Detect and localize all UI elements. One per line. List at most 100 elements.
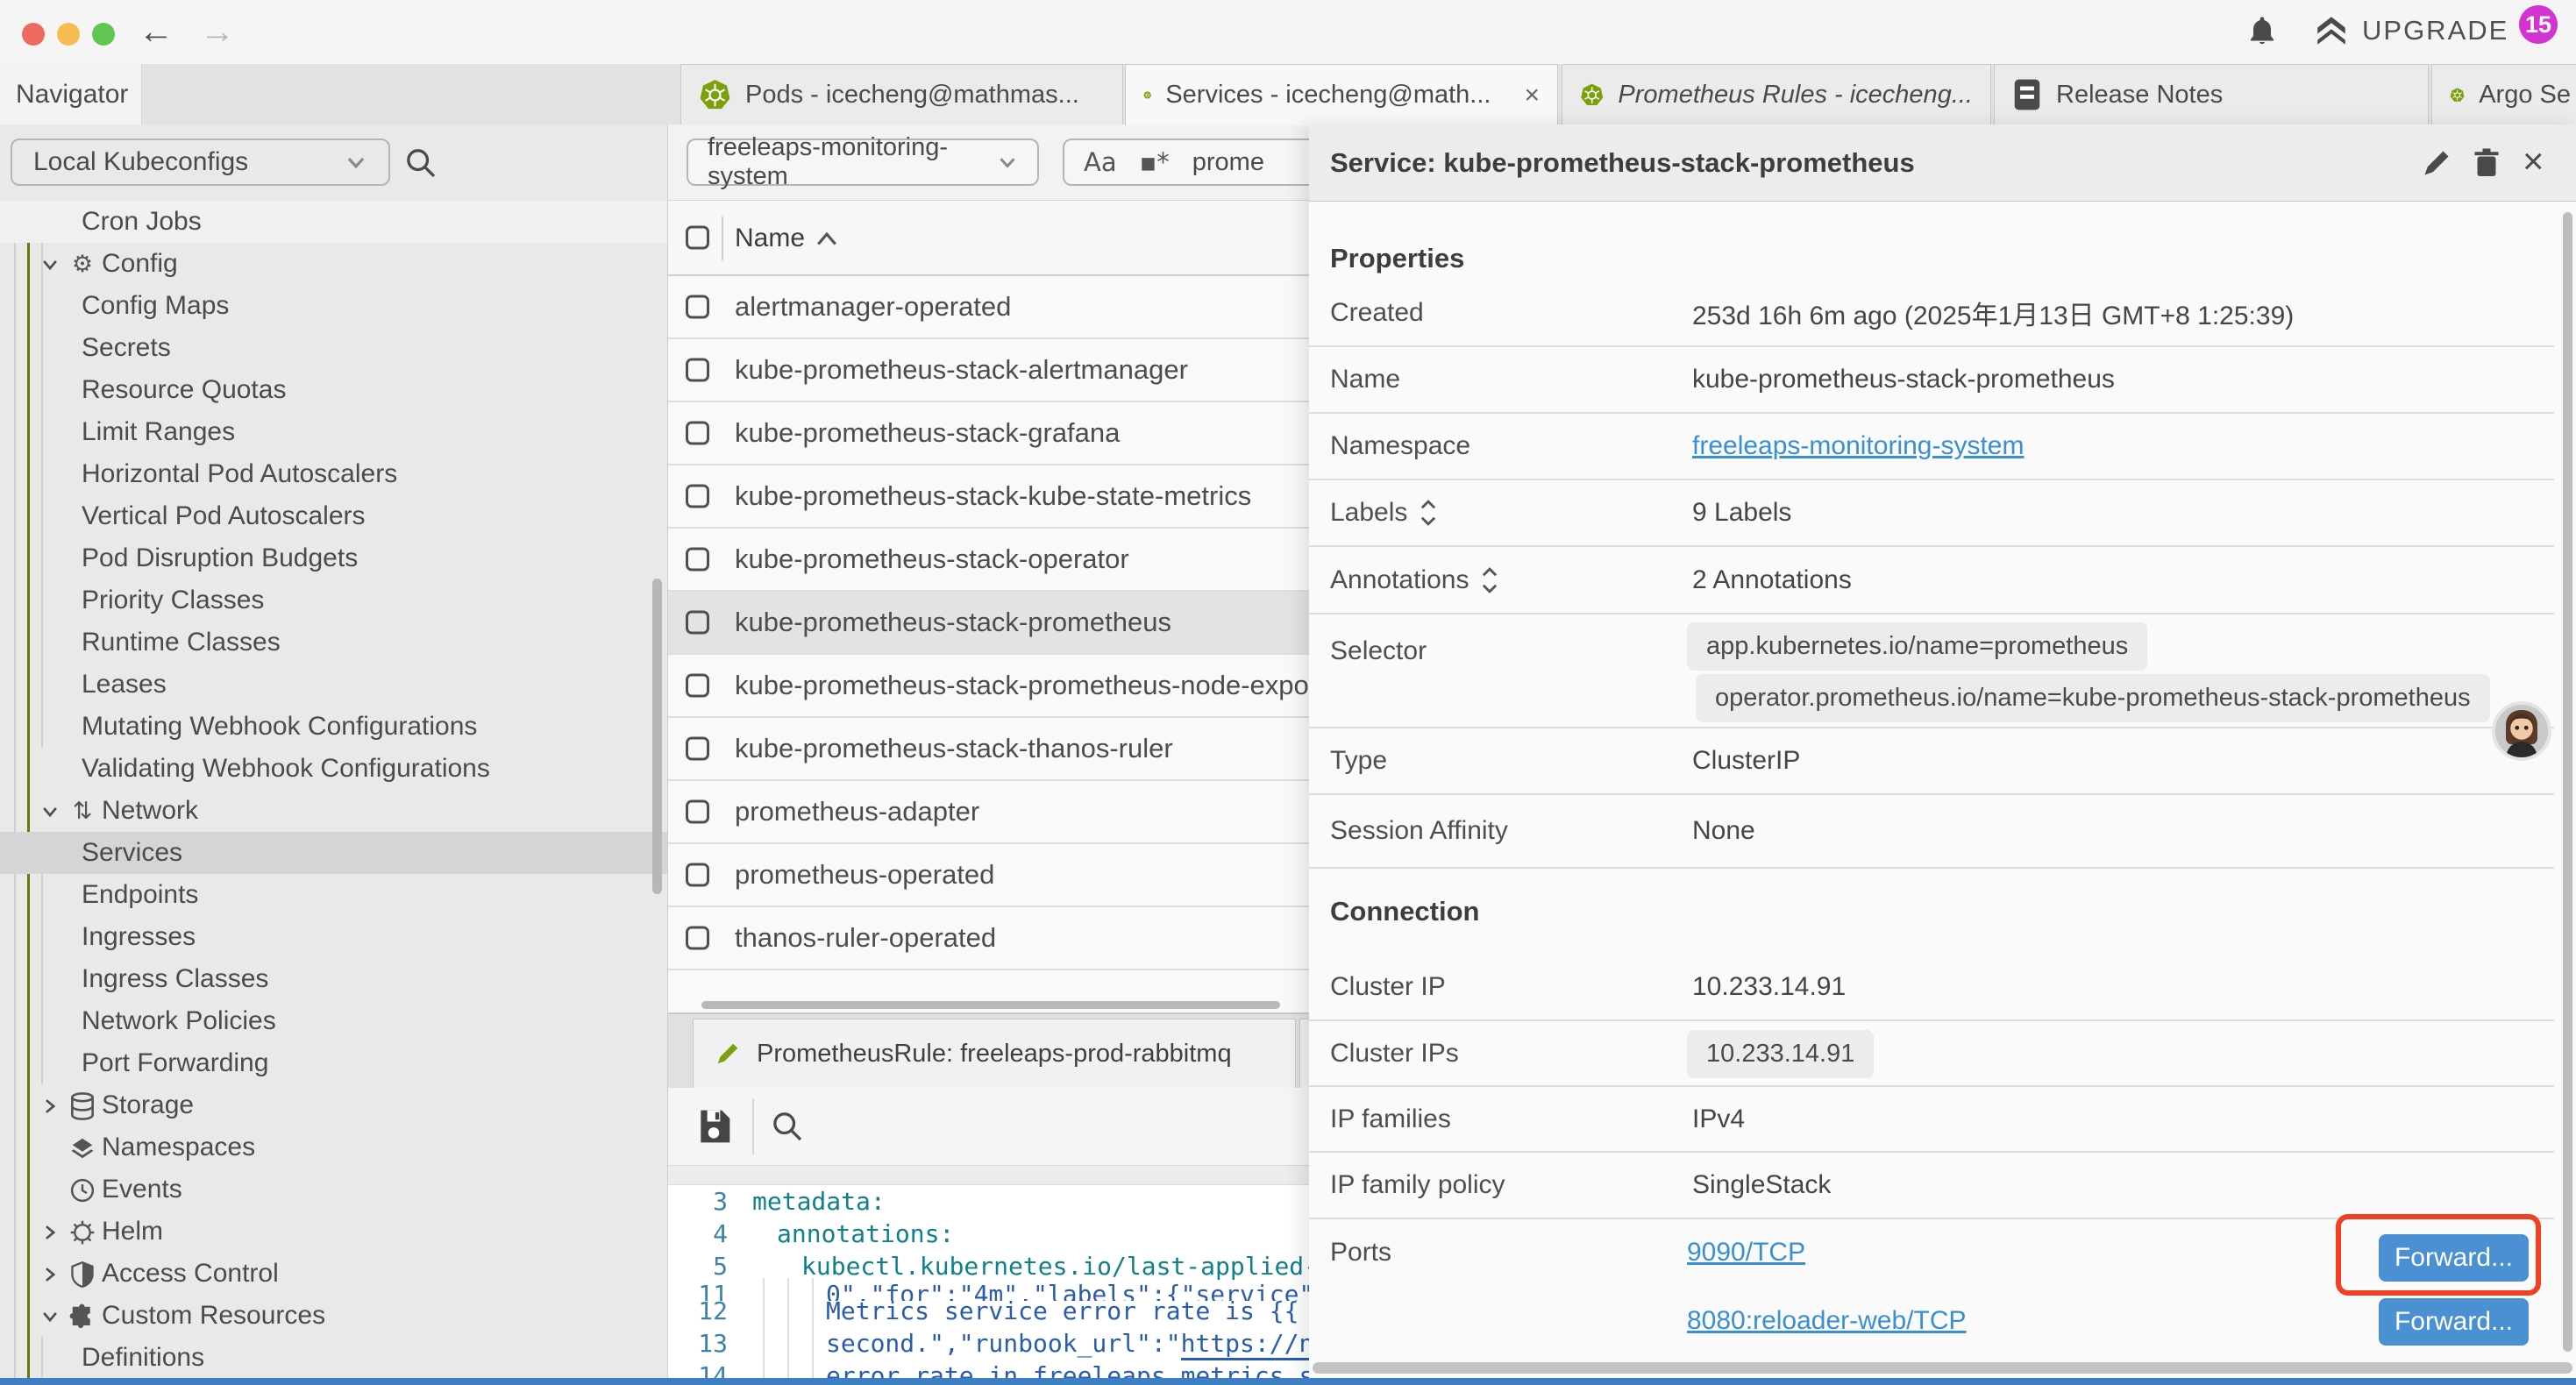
bell-icon[interactable] bbox=[2245, 14, 2280, 49]
sidebar-item-ingresses[interactable]: Ingresses bbox=[0, 916, 668, 958]
ports-label: Ports bbox=[1330, 1238, 1391, 1268]
panel-horizontal-scrollbar[interactable] bbox=[1313, 1362, 2572, 1374]
sidebar-item-runtime-classes[interactable]: Runtime Classes bbox=[0, 621, 668, 664]
tab-release-notes[interactable]: Release Notes bbox=[1994, 64, 2429, 124]
sidebar-group-helm[interactable]: Helm bbox=[0, 1211, 668, 1253]
tab-pods[interactable]: Pods - icecheng@mathmas... bbox=[680, 64, 1123, 124]
row-checkbox[interactable] bbox=[686, 927, 709, 950]
forward-button[interactable]: Forward... bbox=[2379, 1298, 2529, 1346]
save-icon[interactable] bbox=[694, 1107, 733, 1146]
port-link[interactable]: 8080:reloader-web/TCP bbox=[1687, 1306, 1967, 1336]
sidebar-item-vertical-pod-autoscalers[interactable]: Vertical Pod Autoscalers bbox=[0, 495, 668, 537]
sidebar-group-custom-resources[interactable]: Custom Resources bbox=[0, 1295, 668, 1337]
sidebar-scrollbar[interactable] bbox=[652, 579, 662, 894]
sidebar-item-priority-classes[interactable]: Priority Classes bbox=[0, 579, 668, 621]
table-row[interactable]: alertmanager-operated bbox=[668, 276, 1309, 339]
sidebar-group-network[interactable]: ⇅ Network bbox=[0, 790, 668, 832]
sidebar-group-config[interactable]: ⚙ Config bbox=[0, 243, 668, 285]
namespace-link[interactable]: freeleaps-monitoring-system bbox=[1692, 431, 2024, 461]
table-row[interactable]: kube-prometheus-stack-grafana bbox=[668, 402, 1309, 465]
table-row[interactable]: thanos-ruler-operated bbox=[668, 907, 1309, 970]
table-row[interactable]: kube-prometheus-stack-prometheus-node-ex… bbox=[668, 655, 1309, 718]
shield-icon bbox=[67, 1259, 98, 1290]
row-checkbox[interactable] bbox=[686, 737, 709, 761]
sidebar-item-services[interactable]: Services bbox=[0, 832, 668, 874]
row-checkbox[interactable] bbox=[686, 485, 709, 508]
property-row-selector: Selector app.kubernetes.io/name=promethe… bbox=[1309, 614, 2554, 728]
select-all-checkbox[interactable] bbox=[686, 226, 709, 250]
table-row[interactable]: prometheus-adapter bbox=[668, 781, 1309, 844]
regex-icon[interactable]: ▪* bbox=[1140, 147, 1170, 177]
sidebar-item-validating-webhook-configurations[interactable]: Validating Webhook Configurations bbox=[0, 748, 668, 790]
close-icon[interactable]: × bbox=[2523, 138, 2544, 184]
notification-count-badge[interactable]: 15 bbox=[2519, 5, 2558, 44]
sidebar-item-leases[interactable]: Leases bbox=[0, 664, 668, 706]
yaml-editor[interactable]: 3metadata: 4annotations: 5kubectl.kubern… bbox=[668, 1185, 1309, 1378]
filter-input[interactable]: Aa ▪* prome bbox=[1063, 138, 1309, 186]
sidebar-item-definitions[interactable]: Definitions bbox=[0, 1337, 668, 1378]
row-checkbox[interactable] bbox=[686, 295, 709, 319]
table-header: Name bbox=[668, 201, 1309, 276]
kubernetes-icon bbox=[1143, 79, 1151, 111]
sidebar-item-resource-quotas[interactable]: Resource Quotas bbox=[0, 369, 668, 411]
sidebar-item-pod-disruption-budgets[interactable]: Pod Disruption Budgets bbox=[0, 537, 668, 579]
editor-tab-partial[interactable] bbox=[1299, 1019, 1309, 1088]
search-icon[interactable] bbox=[403, 146, 438, 181]
table-row[interactable]: kube-prometheus-stack-thanos-ruler bbox=[668, 718, 1309, 781]
window-zoom-button[interactable] bbox=[92, 23, 115, 46]
window-close-button[interactable] bbox=[22, 23, 45, 46]
row-checkbox[interactable] bbox=[686, 359, 709, 382]
chevron-down-icon bbox=[40, 1307, 60, 1326]
table-row-selected[interactable]: kube-prometheus-stack-prometheus bbox=[668, 592, 1309, 655]
table-row[interactable]: kube-prometheus-stack-kube-state-metrics bbox=[668, 465, 1309, 529]
kubeconfig-select[interactable]: Local Kubeconfigs bbox=[11, 138, 390, 186]
edit-pencil-icon[interactable] bbox=[2421, 147, 2452, 179]
tab-close-icon[interactable]: × bbox=[1524, 81, 1540, 110]
sidebar-item-events[interactable]: Events bbox=[0, 1168, 668, 1211]
sidebar-item-limit-ranges[interactable]: Limit Ranges bbox=[0, 411, 668, 453]
window-minimize-button[interactable] bbox=[57, 23, 80, 46]
sidebar-group-access-control[interactable]: Access Control bbox=[0, 1253, 668, 1295]
table-row[interactable]: kube-prometheus-stack-alertmanager bbox=[668, 339, 1309, 402]
sidebar-item-cron-jobs[interactable]: Cron Jobs bbox=[0, 201, 668, 243]
table-horizontal-scrollbar[interactable] bbox=[701, 1001, 1280, 1009]
sort-asc-icon[interactable] bbox=[815, 231, 838, 246]
port-link[interactable]: 9090/TCP bbox=[1687, 1238, 1805, 1268]
namespace-select[interactable]: freeleaps-monitoring-system bbox=[687, 138, 1039, 186]
upgrade-button[interactable]: UPGRADE bbox=[2313, 12, 2508, 49]
sidebar-item-secrets[interactable]: Secrets bbox=[0, 327, 668, 369]
tab-services[interactable]: Services - icecheng@math... × bbox=[1125, 64, 1558, 125]
avatar[interactable] bbox=[2492, 701, 2551, 761]
kubernetes-icon bbox=[2450, 79, 2465, 111]
sidebar-item-ingress-classes[interactable]: Ingress Classes bbox=[0, 958, 668, 1000]
sidebar-item-namespaces[interactable]: Namespaces bbox=[0, 1126, 668, 1168]
row-checkbox[interactable] bbox=[686, 422, 709, 445]
sidebar-item-endpoints[interactable]: Endpoints bbox=[0, 874, 668, 916]
expander-icon[interactable] bbox=[1420, 499, 1437, 527]
sidebar-item-mutating-webhook-configurations[interactable]: Mutating Webhook Configurations bbox=[0, 706, 668, 748]
tab-argo[interactable]: Argo Se bbox=[2431, 64, 2576, 124]
row-checkbox[interactable] bbox=[686, 611, 709, 635]
row-checkbox[interactable] bbox=[686, 674, 709, 698]
table-row[interactable]: prometheus-operated bbox=[668, 844, 1309, 907]
row-checkbox[interactable] bbox=[686, 548, 709, 572]
editor-tab-prometheusrule[interactable]: PrometheusRule: freeleaps-prod-rabbitmq bbox=[693, 1019, 1296, 1088]
detail-panel-title: Service: kube-prometheus-stack-prometheu… bbox=[1330, 124, 1915, 202]
panel-scrollbar[interactable] bbox=[2563, 212, 2572, 1352]
sidebar-group-storage[interactable]: Storage bbox=[0, 1084, 668, 1126]
column-name-header[interactable]: Name bbox=[735, 201, 805, 276]
sidebar-item-network-policies[interactable]: Network Policies bbox=[0, 1000, 668, 1042]
tab-prometheus-rules[interactable]: Prometheus Rules - icecheng... bbox=[1562, 64, 1991, 124]
table-row[interactable]: kube-prometheus-stack-operator bbox=[668, 529, 1309, 592]
sidebar-item-config-maps[interactable]: Config Maps bbox=[0, 285, 668, 327]
back-arrow-icon[interactable]: ← bbox=[139, 12, 174, 51]
row-checkbox[interactable] bbox=[686, 800, 709, 824]
sidebar-item-horizontal-pod-autoscalers[interactable]: Horizontal Pod Autoscalers bbox=[0, 453, 668, 495]
trash-icon[interactable] bbox=[2472, 147, 2501, 179]
forward-arrow-icon[interactable]: → bbox=[200, 12, 235, 51]
row-checkbox[interactable] bbox=[686, 863, 709, 887]
search-icon[interactable] bbox=[770, 1109, 805, 1144]
expander-icon[interactable] bbox=[1481, 566, 1498, 594]
sidebar-item-port-forwarding[interactable]: Port Forwarding bbox=[0, 1042, 668, 1084]
match-case-icon[interactable]: Aa bbox=[1084, 147, 1117, 177]
